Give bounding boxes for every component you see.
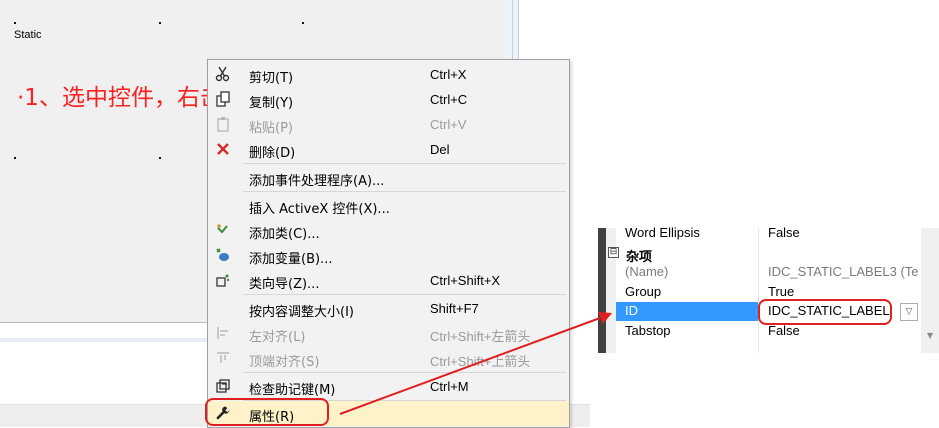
property-value: False	[768, 323, 800, 338]
property-value: True	[768, 284, 795, 299]
menu-item-label: 左对齐(L)	[249, 330, 306, 345]
menu-item-add-variable[interactable]: 添加变量(B)...	[208, 243, 569, 268]
menu-item-label: 顶端对齐(S)	[249, 355, 320, 370]
menu-item-shortcut: Ctrl+X	[430, 67, 467, 82]
property-name: (Name)	[625, 264, 669, 279]
menu-item-cut[interactable]: 剪切(T) Ctrl+X	[208, 62, 569, 87]
menu-item-label: 按内容调整大小(I)	[249, 305, 354, 320]
menu-item-paste[interactable]: 粘贴(P) Ctrl+V	[208, 112, 569, 137]
paste-icon	[214, 116, 232, 134]
menu-item-shortcut: Del	[430, 142, 450, 157]
menu-item-shortcut: Ctrl+Shift+X	[430, 273, 501, 288]
menu-item-label: 复制(Y)	[249, 96, 294, 111]
menu-item-shortcut: Ctrl+Shift+上箭头	[430, 354, 531, 369]
property-row-word-ellipsis[interactable]: Word Ellipsis False	[616, 224, 921, 243]
menu-item-size-to-content[interactable]: 按内容调整大小(I) Shift+F7	[208, 296, 569, 321]
align-top-icon	[214, 350, 232, 368]
wrench-icon	[214, 405, 232, 423]
add-class-icon	[214, 222, 232, 240]
class-wizard-icon	[214, 272, 232, 290]
property-name: Group	[625, 284, 662, 299]
menu-item-label: 添加变量(B)...	[249, 252, 333, 267]
step-1-annotation: ·1、选中控件，右击	[17, 85, 223, 111]
property-row-tabstop[interactable]: Tabstop False	[616, 322, 921, 341]
context-menu: 剪切(T) Ctrl+X 复制(Y) Ctrl+C 粘贴(P) Ctrl+V 删…	[207, 59, 570, 428]
menu-item-class-wizard[interactable]: 类向导(Z)... Ctrl+Shift+X	[208, 268, 569, 293]
properties-left-edge	[598, 228, 606, 353]
menu-separator	[243, 372, 566, 373]
menu-item-align-left[interactable]: 左对齐(L) Ctrl+Shift+左箭头	[208, 321, 569, 346]
grid-dot	[159, 157, 161, 159]
menu-item-label: 属性(R)	[249, 410, 295, 425]
property-category-misc[interactable]: ⊟ 杂项	[606, 244, 921, 265]
dialog-editor-canvas: Static ·1、选中控件，右击 剪切(T) Ctrl+X 复制(Y) Ctr…	[0, 0, 939, 428]
menu-item-add-class[interactable]: 添加类(C)...	[208, 218, 569, 243]
menu-item-label: 检查助记键(M)	[249, 383, 336, 398]
add-variable-icon	[214, 247, 232, 265]
menu-item-insert-activex[interactable]: 插入 ActiveX 控件(X)...	[208, 193, 569, 218]
menu-item-label: 添加类(C)...	[249, 227, 320, 242]
property-row-group[interactable]: Group True	[616, 283, 921, 302]
grid-dot	[14, 22, 16, 24]
menu-item-shortcut: Ctrl+M	[430, 379, 469, 394]
menu-item-shortcut: Ctrl+Shift+左箭头	[430, 329, 531, 344]
delete-icon	[214, 141, 232, 159]
menu-item-label: 添加事件处理程序(A)...	[249, 174, 385, 189]
menu-item-align-top[interactable]: 顶端对齐(S) Ctrl+Shift+上箭头	[208, 346, 569, 371]
menu-item-label: 粘贴(P)	[249, 121, 293, 136]
copy-icon	[214, 91, 232, 109]
menu-separator	[243, 163, 566, 164]
collapse-toggle-icon[interactable]: ⊟	[608, 247, 619, 258]
property-value-id[interactable]: IDC_STATIC_LABEL	[768, 303, 890, 318]
menu-separator	[243, 191, 566, 192]
grid-dot	[302, 22, 304, 24]
id-dropdown-button[interactable]: ▽	[900, 303, 918, 321]
property-row-id[interactable]: ID IDC_STATIC_LABEL	[616, 302, 921, 321]
menu-item-shortcut: Ctrl+C	[430, 92, 468, 107]
check-mnemonics-icon	[214, 378, 232, 396]
menu-item-shortcut: Shift+F7	[430, 301, 479, 316]
menu-item-shortcut: Ctrl+V	[430, 117, 467, 132]
grid-dot	[14, 157, 16, 159]
static-text-control[interactable]: Static	[14, 29, 42, 41]
property-name: Tabstop	[625, 323, 671, 338]
align-left-icon	[214, 325, 232, 343]
property-name: Word Ellipsis	[625, 225, 700, 240]
menu-item-add-event-handler[interactable]: 添加事件处理程序(A)...	[208, 165, 569, 190]
menu-item-check-mnemonics[interactable]: 检查助记键(M) Ctrl+M	[208, 374, 569, 399]
scissors-icon	[214, 66, 232, 84]
menu-item-copy[interactable]: 复制(Y) Ctrl+C	[208, 87, 569, 112]
scroll-down-arrow-icon[interactable]: ▼	[927, 331, 933, 340]
menu-item-properties[interactable]: 属性(R)	[208, 401, 569, 426]
properties-grid: ▼ Word Ellipsis False ⊟ 杂项 (Name) IDC_ST…	[598, 225, 939, 353]
menu-separator	[243, 294, 566, 295]
property-name: ID	[625, 303, 638, 318]
menu-item-delete[interactable]: 删除(D) Del	[208, 137, 569, 162]
menu-item-label: 类向导(Z)...	[249, 277, 320, 292]
property-value: IDC_STATIC_LABEL3 (Te	[768, 264, 919, 279]
property-row-name[interactable]: (Name) IDC_STATIC_LABEL3 (Te	[616, 263, 921, 282]
menu-item-label: 插入 ActiveX 控件(X)...	[249, 202, 390, 217]
menu-item-label: 删除(D)	[249, 146, 296, 161]
property-value: False	[768, 225, 800, 240]
grid-dot	[159, 22, 161, 24]
menu-item-label: 剪切(T)	[249, 71, 294, 86]
